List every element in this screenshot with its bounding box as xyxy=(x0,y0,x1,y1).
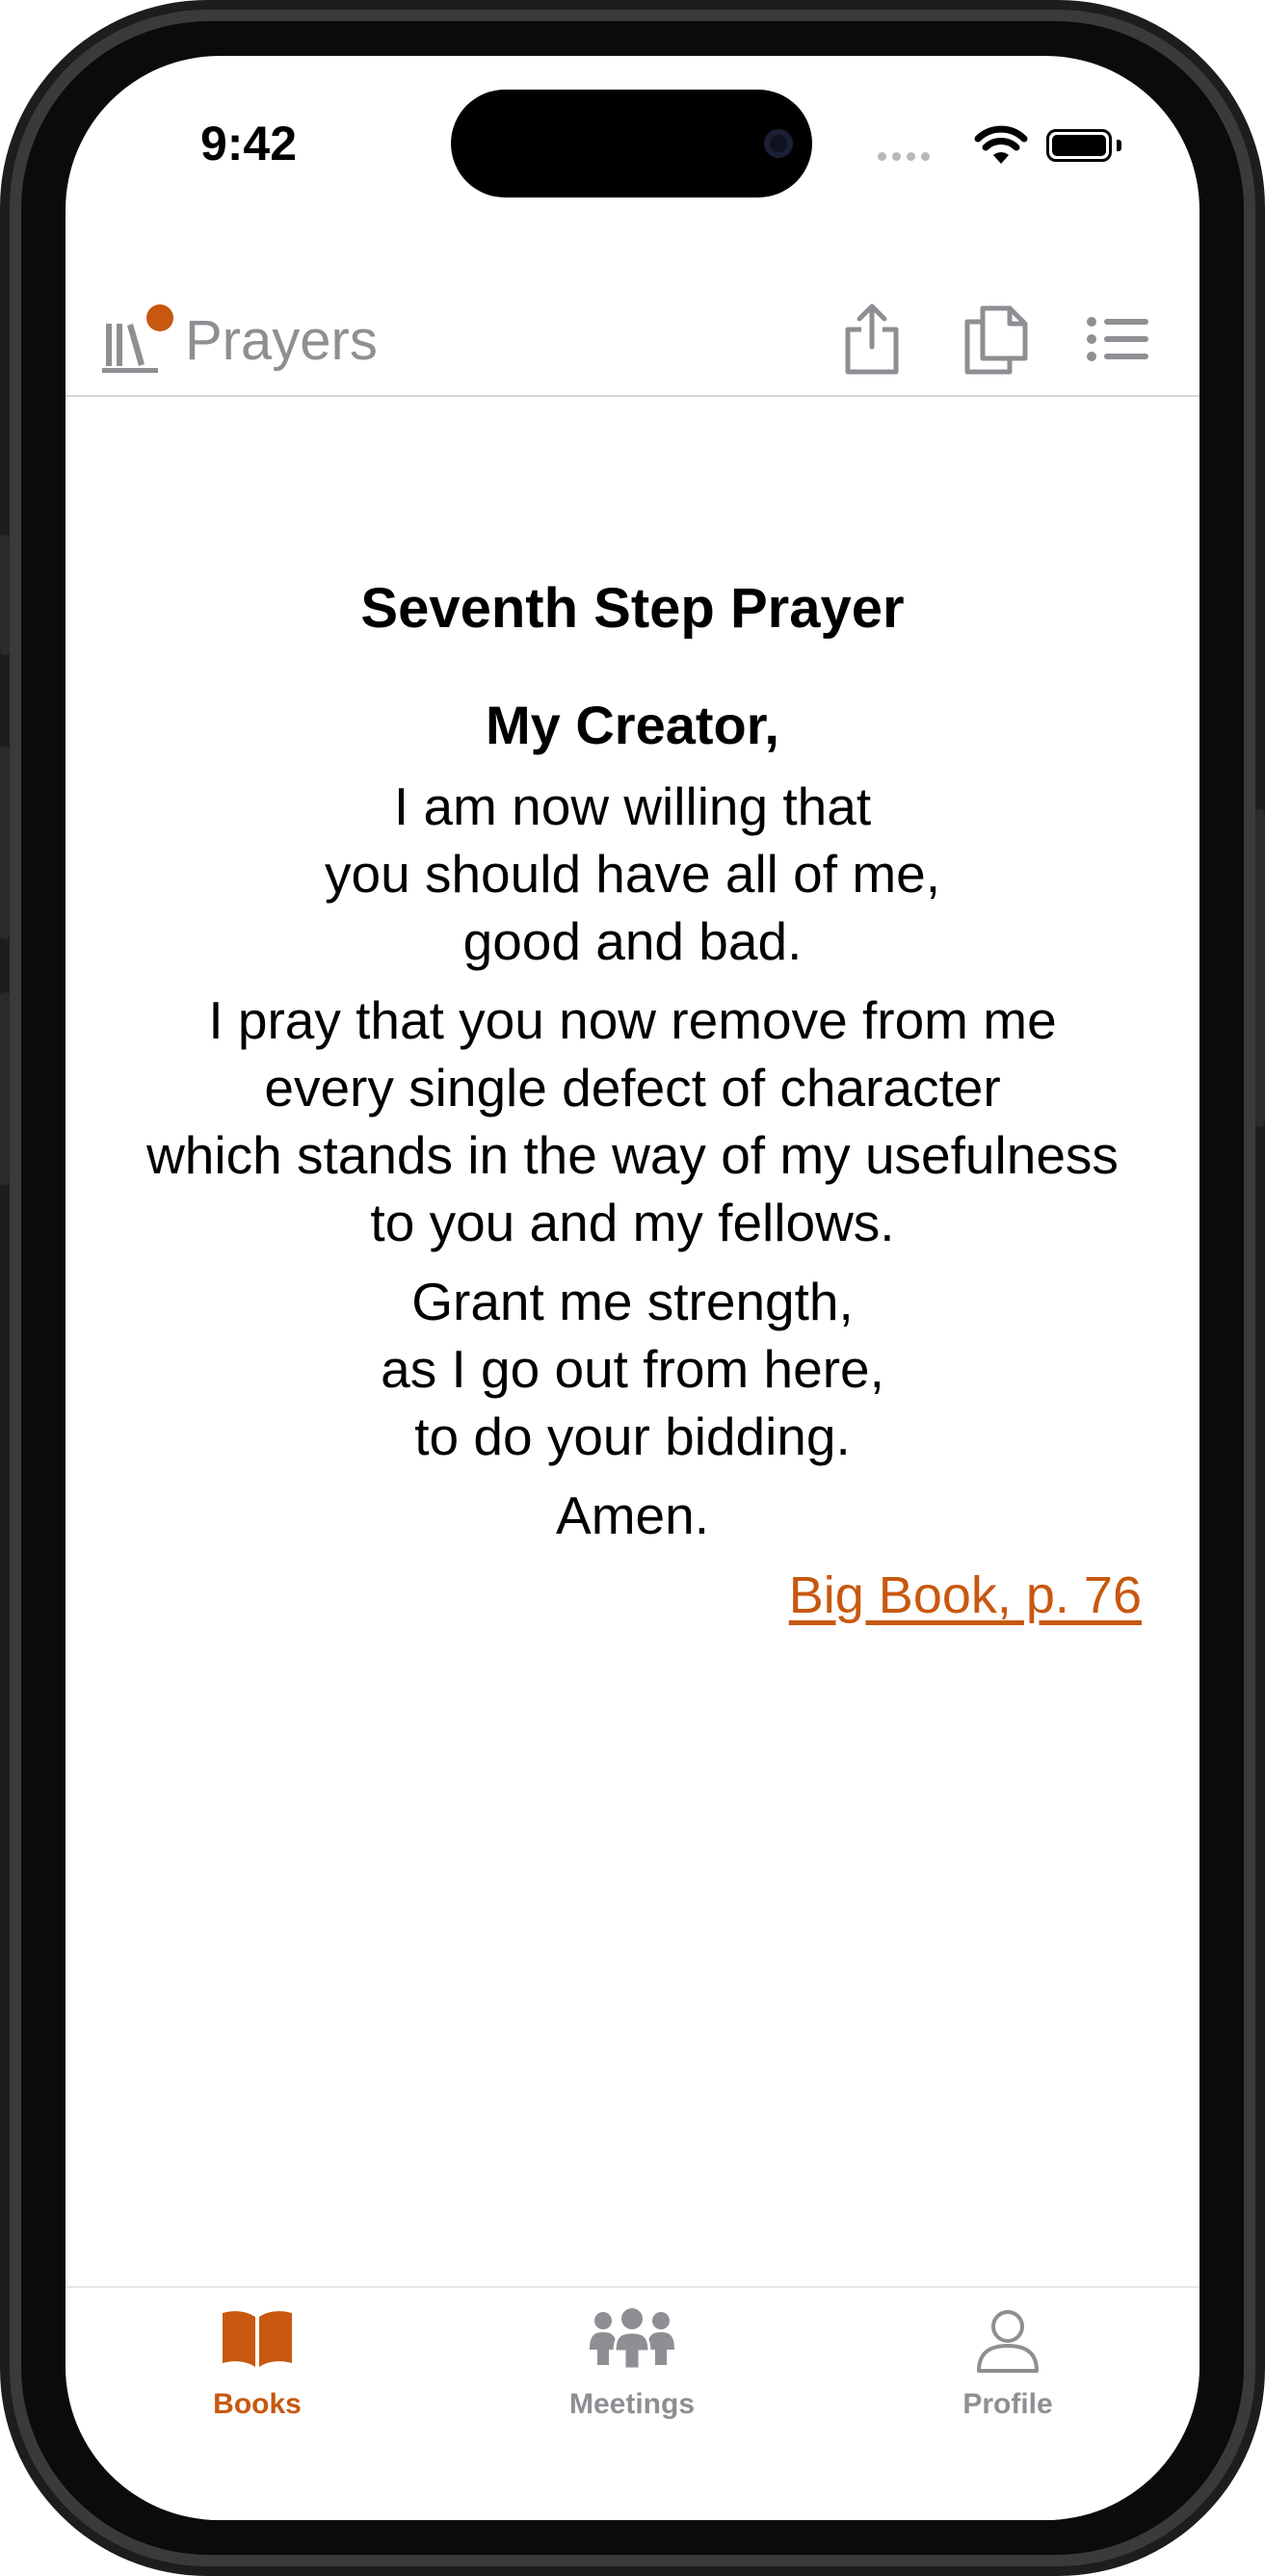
copy-icon[interactable] xyxy=(958,301,1035,378)
wifi-icon xyxy=(974,125,1028,164)
navigation-bar: Prayers xyxy=(66,285,1199,397)
prayer-line: I pray that you now remove from me xyxy=(208,990,1057,1050)
list-icon[interactable] xyxy=(1085,301,1152,378)
prayer-line: which stands in the way of my usefulness xyxy=(146,1125,1119,1185)
prayer-closing: Amen. xyxy=(66,1482,1199,1549)
camera-icon xyxy=(764,129,793,158)
cellular-signal-icon xyxy=(878,148,936,166)
tab-label: Profile xyxy=(962,2388,1053,2420)
prayer-line: Amen. xyxy=(556,1485,709,1545)
prayer-line: to you and my fellows. xyxy=(370,1193,895,1252)
prayer-title: Seventh Step Prayer xyxy=(360,577,905,640)
prayer-line: good and bad. xyxy=(462,911,803,971)
tab-books[interactable]: Books xyxy=(132,2288,382,2442)
open-book-icon xyxy=(223,2311,292,2367)
people-group-icon xyxy=(590,2308,674,2371)
page-title: Prayers xyxy=(185,309,378,372)
action-button xyxy=(0,535,10,655)
volume-down-button xyxy=(0,992,10,1185)
prayer-stanza-1: I am now willing that you should have al… xyxy=(66,773,1199,975)
battery-tip xyxy=(1117,140,1121,151)
prayer-salutation: My Creator, xyxy=(486,695,779,755)
tab-label: Books xyxy=(213,2388,302,2420)
status-time: 9:42 xyxy=(199,117,298,171)
share-icon[interactable] xyxy=(838,301,906,378)
power-button xyxy=(1255,809,1265,1127)
volume-up-button xyxy=(0,747,10,939)
source-link[interactable]: Big Book, p. 76 xyxy=(789,1565,1142,1625)
tab-profile[interactable]: Profile xyxy=(883,2288,1133,2442)
prayer-line: every single defect of character xyxy=(264,1058,1001,1117)
screen: 9:42 Prayers Seventh Step Prayer My Crea… xyxy=(66,56,1199,2520)
prayer-line: as I go out from here, xyxy=(381,1339,884,1399)
prayer-stanza-3: Grant me strength, as I go out from here… xyxy=(66,1268,1199,1470)
dynamic-island xyxy=(451,90,812,197)
tab-meetings[interactable]: Meetings xyxy=(507,2288,757,2442)
tab-bar: Books Meetings Profile xyxy=(66,2286,1199,2520)
battery-icon xyxy=(1046,129,1112,162)
person-icon xyxy=(977,2310,1039,2373)
prayer-line: you should have all of me, xyxy=(325,844,940,904)
status-indicators xyxy=(878,123,1167,171)
prayer-line: to do your bidding. xyxy=(414,1406,851,1466)
tab-label: Meetings xyxy=(568,2388,696,2420)
prayer-line: I am now willing that xyxy=(393,776,872,836)
prayer-line: Grant me strength, xyxy=(411,1272,854,1331)
prayer-stanza-2: I pray that you now remove from me every… xyxy=(66,986,1199,1256)
library-icon[interactable] xyxy=(102,302,179,380)
